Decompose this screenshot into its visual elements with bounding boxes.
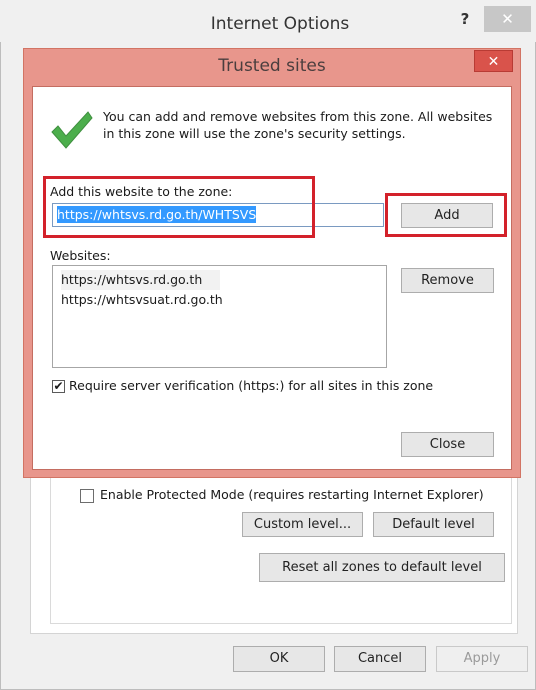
checkmark-icon [51, 111, 93, 149]
websites-list[interactable]: https://whtsvs.rd.go.th https://whtsvsua… [52, 265, 387, 368]
ok-button[interactable]: OK [233, 646, 325, 672]
list-item[interactable]: https://whtsvsuat.rd.go.th [61, 290, 378, 310]
websites-label: Websites: [50, 248, 111, 263]
trusted-sites-close-icon[interactable]: ✕ [474, 50, 513, 72]
check-mark-icon: ✔ [53, 379, 64, 393]
cancel-button[interactable]: Cancel [334, 646, 426, 672]
remove-button[interactable]: Remove [401, 268, 494, 293]
enable-protected-mode-label: Enable Protected Mode (requires restarti… [100, 487, 484, 502]
enable-protected-mode-checkbox[interactable] [80, 489, 94, 503]
default-level-button[interactable]: Default level [373, 512, 494, 537]
close-button[interactable]: Close [401, 432, 494, 457]
internet-options-close-button[interactable]: ✕ [484, 6, 531, 32]
custom-level-button[interactable]: Custom level... [242, 512, 363, 537]
require-verification-label: Require server verification (https:) for… [69, 378, 434, 393]
zone-info-text: You can add and remove websites from thi… [103, 109, 493, 141]
require-verification-checkbox[interactable]: ✔ [52, 380, 65, 393]
highlight-box-url [43, 176, 315, 238]
list-item[interactable]: https://whtsvs.rd.go.th [61, 270, 221, 290]
highlight-box-add [385, 193, 507, 237]
help-icon[interactable]: ? [456, 10, 474, 28]
reset-all-zones-button[interactable]: Reset all zones to default level [259, 553, 505, 582]
trusted-sites-title: Trusted sites [218, 56, 326, 76]
apply-button[interactable]: Apply [436, 646, 528, 672]
